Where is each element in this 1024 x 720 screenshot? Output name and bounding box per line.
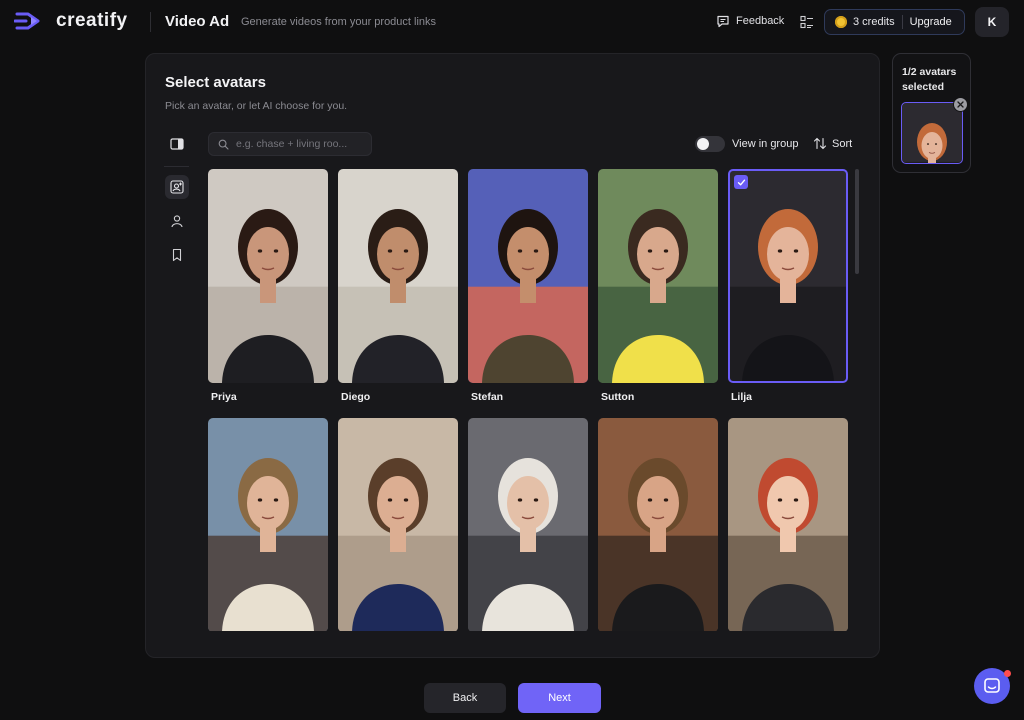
avatar-card[interactable] bbox=[598, 418, 718, 631]
avatar-name: Diego bbox=[341, 391, 371, 403]
sort-arrows-icon bbox=[813, 137, 827, 150]
next-button[interactable]: Next bbox=[518, 683, 601, 713]
toggle-knob bbox=[697, 138, 709, 150]
task-list-icon[interactable] bbox=[800, 15, 814, 29]
creatify-logo-icon bbox=[14, 12, 40, 30]
avatar-card[interactable]: Stefan bbox=[468, 169, 588, 403]
view-in-group-label: View in group bbox=[732, 138, 799, 150]
avatar-thumbnail[interactable] bbox=[728, 169, 848, 383]
filter-saved[interactable] bbox=[165, 243, 189, 267]
avatar-search[interactable] bbox=[208, 132, 372, 156]
avatar-grid: Priya Diego Stefan Sutton Lilja bbox=[208, 169, 858, 631]
close-icon bbox=[957, 101, 964, 108]
toggle-switch[interactable] bbox=[695, 136, 725, 152]
user-avatar[interactable]: K bbox=[975, 7, 1009, 37]
credits-box: 3 credits Upgrade bbox=[824, 9, 965, 35]
chat-icon bbox=[984, 678, 1000, 693]
coin-icon bbox=[835, 16, 847, 28]
avatar-card[interactable]: Lilja bbox=[728, 169, 848, 403]
sidebar-toggle-button[interactable] bbox=[165, 132, 189, 156]
avatar-portrait-icon bbox=[728, 169, 848, 383]
avatar-thumbnail[interactable] bbox=[598, 169, 718, 383]
avatar-portrait-icon bbox=[208, 418, 328, 631]
notification-dot bbox=[1004, 670, 1011, 677]
avatar-portrait-icon bbox=[728, 418, 848, 631]
selected-checkbox[interactable] bbox=[734, 175, 748, 189]
selected-avatar-thumbnail[interactable] bbox=[901, 102, 963, 164]
avatar-portrait-icon bbox=[902, 103, 962, 163]
view-in-group-toggle[interactable]: View in group bbox=[695, 136, 798, 152]
sort-label: Sort bbox=[832, 137, 853, 150]
logo-text: creatify bbox=[56, 10, 128, 31]
logo[interactable]: creatify bbox=[14, 10, 128, 32]
avatar-portrait-icon bbox=[338, 169, 458, 383]
feedback-icon bbox=[717, 15, 729, 28]
avatar-thumbnail[interactable] bbox=[338, 418, 458, 631]
filter-custom-avatars[interactable] bbox=[165, 175, 189, 199]
page-subtitle: Generate videos from your product links bbox=[241, 16, 437, 28]
avatar-name: Priya bbox=[211, 391, 237, 403]
avatar-card[interactable] bbox=[728, 418, 848, 631]
avatar-name: Stefan bbox=[471, 391, 504, 403]
select-avatars-panel: Select avatars Pick an avatar, or let AI… bbox=[145, 53, 880, 658]
search-input[interactable] bbox=[236, 138, 366, 150]
back-button[interactable]: Back bbox=[424, 683, 506, 713]
avatar-portrait-icon bbox=[598, 169, 718, 383]
header-divider bbox=[150, 12, 151, 32]
avatar-name: Lilja bbox=[731, 391, 753, 403]
avatar-card[interactable]: Diego bbox=[338, 169, 458, 403]
avatar-thumbnail[interactable] bbox=[468, 418, 588, 631]
sidebar-divider bbox=[164, 166, 189, 167]
person-icon bbox=[171, 215, 183, 228]
user-square-icon bbox=[170, 180, 184, 194]
avatar-thumbnail[interactable] bbox=[338, 169, 458, 383]
panel-title: Select avatars bbox=[165, 74, 266, 91]
avatar-thumbnail[interactable] bbox=[598, 418, 718, 631]
avatar-card[interactable] bbox=[468, 418, 588, 631]
avatar-portrait-icon bbox=[338, 418, 458, 631]
avatar-portrait-icon bbox=[468, 169, 588, 383]
avatar-card[interactable]: Sutton bbox=[598, 169, 718, 403]
avatar-card[interactable] bbox=[338, 418, 458, 631]
sidebar-panel-icon bbox=[170, 138, 184, 150]
avatar-thumbnail[interactable] bbox=[728, 418, 848, 631]
filter-person[interactable] bbox=[165, 209, 189, 233]
avatar-thumbnail[interactable] bbox=[468, 169, 588, 383]
search-icon bbox=[218, 139, 229, 150]
avatar-portrait-icon bbox=[468, 418, 588, 631]
avatar-thumbnail[interactable] bbox=[208, 418, 328, 631]
panel-subtitle: Pick an avatar, or let AI choose for you… bbox=[165, 100, 348, 112]
sort-button[interactable]: Sort bbox=[813, 137, 852, 150]
remove-selected-button[interactable] bbox=[953, 97, 968, 112]
bookmark-icon bbox=[172, 248, 182, 262]
upgrade-button[interactable]: Upgrade bbox=[910, 16, 952, 28]
avatar-portrait-icon bbox=[598, 418, 718, 631]
feedback-label: Feedback bbox=[736, 15, 785, 27]
avatar-card[interactable]: Priya bbox=[208, 169, 328, 403]
credits-count: 3 credits bbox=[853, 16, 895, 28]
avatar-portrait-icon bbox=[208, 169, 328, 383]
selected-count-text: 1/2 avatars selected bbox=[902, 66, 957, 93]
page-title: Video Ad bbox=[165, 13, 230, 30]
avatar-name: Sutton bbox=[601, 391, 635, 403]
selected-avatars-panel: 1/2 avatars selected bbox=[892, 53, 971, 173]
checkmark-icon bbox=[737, 179, 745, 185]
grid-scrollbar[interactable] bbox=[855, 169, 859, 274]
feedback-button[interactable]: Feedback bbox=[716, 14, 784, 28]
avatar-thumbnail[interactable] bbox=[208, 169, 328, 383]
top-bar: creatify Video Ad Generate videos from y… bbox=[0, 0, 1024, 44]
avatar-card[interactable] bbox=[208, 418, 328, 631]
credits-divider bbox=[901, 15, 903, 29]
